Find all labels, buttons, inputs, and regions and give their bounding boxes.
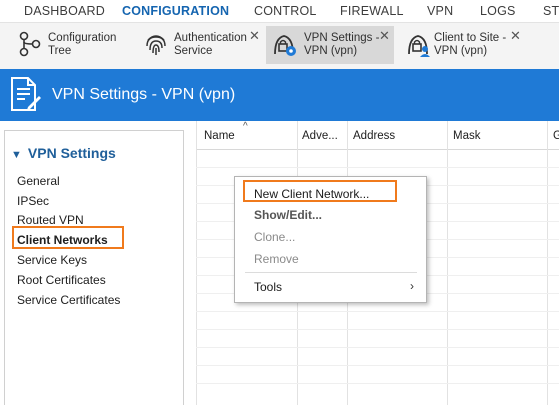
nav-logs[interactable]: LOGS (480, 4, 516, 18)
sidebar-item-service-keys[interactable]: Service Keys (17, 253, 87, 267)
sidebar-item-general[interactable]: General (17, 174, 60, 188)
tab-label: Configuration Tree (48, 32, 117, 57)
chevron-right-icon: › (410, 279, 414, 293)
menu-item-clone: Clone... (254, 230, 296, 244)
menu-separator (245, 272, 417, 273)
tab-authentication-service[interactable]: Authentication Service ✕ (138, 26, 264, 64)
column-divider (547, 121, 548, 405)
table-row[interactable] (196, 347, 559, 348)
menu-item-tools[interactable]: Tools (254, 280, 282, 294)
table-row[interactable] (196, 329, 559, 330)
tab-label: Client to Site - VPN (vpn) (434, 32, 507, 57)
document-edit-icon (11, 77, 41, 111)
context-menu: New Client Network... Show/Edit... Clone… (234, 176, 427, 303)
nav-control[interactable]: CONTROL (254, 4, 317, 18)
column-header-gateway[interactable]: G (553, 130, 559, 142)
sort-ascending-icon: ^ (243, 121, 248, 132)
column-header-advertised[interactable]: Adve... (302, 130, 338, 142)
table-row[interactable] (196, 383, 559, 384)
table-row[interactable] (196, 167, 559, 168)
fingerprint-icon (146, 35, 166, 55)
sidebar-heading[interactable]: ▼ VPN Settings (11, 145, 116, 161)
sidebar-item-client-networks[interactable]: Client Networks (17, 233, 108, 247)
close-icon[interactable]: ✕ (379, 29, 390, 42)
column-header-mask[interactable]: Mask (453, 130, 480, 142)
tab-configuration-tree[interactable]: Configuration Tree (10, 26, 122, 64)
vpn-settings-icon (274, 35, 296, 56)
column-divider (447, 121, 448, 405)
nav-dashboard[interactable]: DASHBOARD (24, 4, 105, 18)
menu-item-show-edit[interactable]: Show/Edit... (254, 208, 322, 222)
tab-client-to-site[interactable]: Client to Site - VPN (vpn) ✕ (400, 26, 530, 64)
sidebar-item-root-certificates[interactable]: Root Certificates (17, 273, 106, 287)
tree-icon (19, 31, 41, 57)
nav-firewall[interactable]: FIREWALL (340, 4, 404, 18)
chevron-down-icon: ▼ (11, 149, 22, 161)
sidebar-item-ipsec[interactable]: IPSec (17, 194, 49, 208)
close-icon[interactable]: ✕ (249, 29, 260, 42)
top-navigation: DASHBOARD CONFIGURATION CONTROL FIREWALL… (0, 0, 559, 22)
menu-item-remove: Remove (254, 252, 299, 266)
page-title: VPN Settings - VPN (vpn) (52, 86, 236, 103)
menu-item-new-client-network[interactable]: New Client Network... (254, 187, 369, 201)
tab-label: VPN Settings - VPN (vpn) (304, 32, 380, 57)
page-header: VPN Settings - VPN (vpn) (0, 69, 559, 121)
sidebar-item-service-certificates[interactable]: Service Certificates (17, 293, 120, 307)
close-icon[interactable]: ✕ (510, 29, 521, 42)
column-divider (196, 121, 197, 405)
nav-statistics[interactable]: ST (543, 4, 559, 18)
column-header-address[interactable]: Address (353, 130, 395, 142)
table-row[interactable] (196, 311, 559, 312)
client-to-site-icon (408, 35, 430, 57)
sidebar-heading-label: VPN Settings (27, 145, 116, 161)
tab-strip: Configuration Tree Authentication Servic… (0, 22, 559, 69)
nav-vpn[interactable]: VPN (427, 4, 453, 18)
nav-configuration[interactable]: CONFIGURATION (122, 4, 229, 18)
sidebar-item-routed-vpn[interactable]: Routed VPN (17, 213, 84, 227)
settings-sidebar: ▼ VPN Settings General IPSec Routed VPN C… (4, 130, 184, 405)
tab-vpn-settings[interactable]: VPN Settings - VPN (vpn) ✕ (266, 26, 394, 64)
column-header-name[interactable]: Name (204, 130, 235, 142)
tab-label: Authentication Service (174, 32, 247, 57)
table-row[interactable] (196, 365, 559, 366)
